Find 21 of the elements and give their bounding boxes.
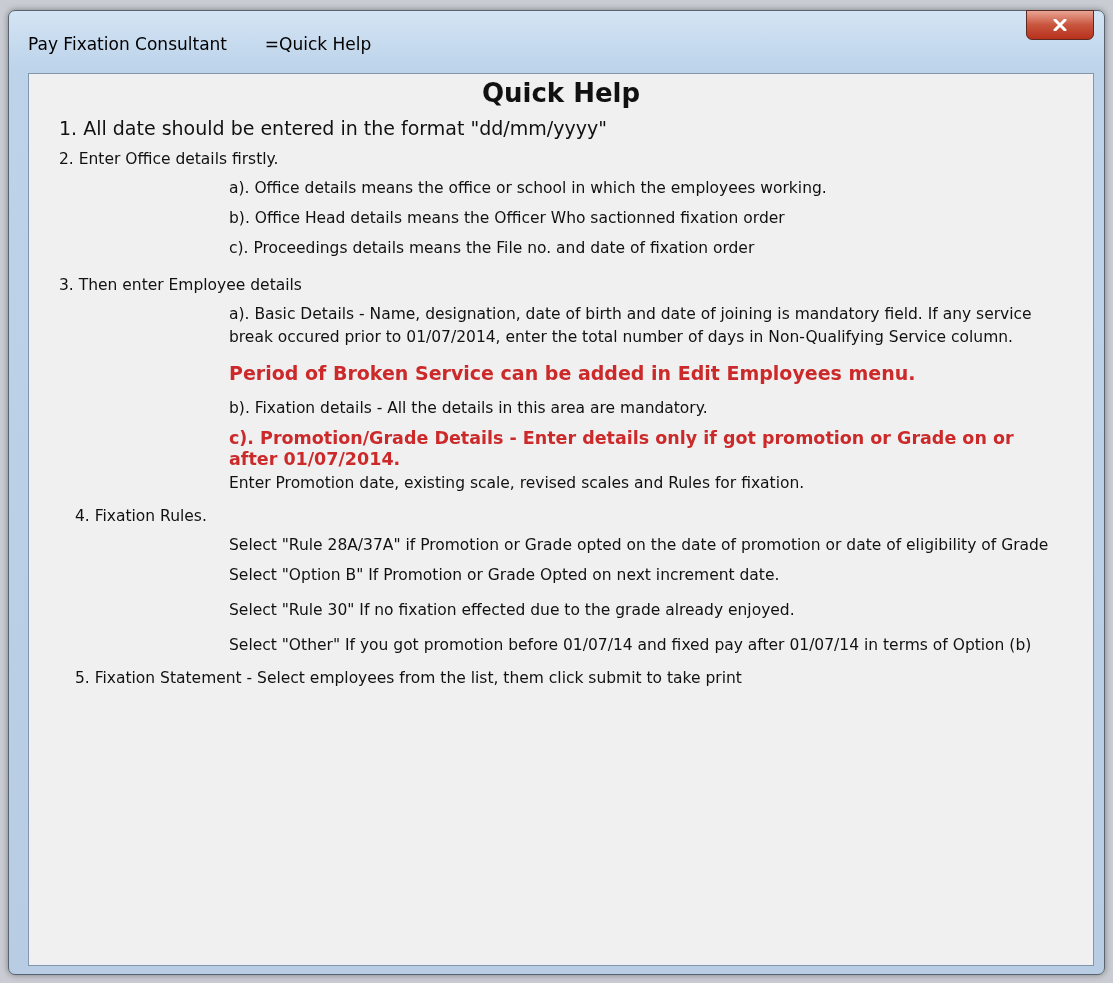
help-heading: Quick Help (480, 78, 642, 108)
detail-text: b). Fixation details - All the details in this area are mandatory. (228, 398, 709, 419)
detail-text: c). Proceedings details means the File no. and date of fixation order (228, 238, 756, 259)
step-text: 3. Then enter Employee details (59, 275, 303, 296)
step-text: 5. Fixation Statement - Select employees from the list, them click submit to take print (74, 668, 743, 689)
close-icon (1053, 19, 1067, 31)
detail-text: Select "Rule 28A/37A" if Promotion or Grade opted on the date of promotion or date of eligibility of Grade (228, 535, 1050, 556)
step-text: 4. Fixation Rules. (74, 506, 208, 527)
detail-text: b). Office Head details means the Officer Who sactionned fixation order (228, 208, 786, 229)
detail-text: Select "Other" If you got promotion before 01/07/14 and fixed pay after 01/07/14 in terms of Option (b) (228, 635, 1033, 656)
detail-text: a). Office details means the office or school in which the employees working. (228, 178, 828, 199)
window-title: Pay Fixation Consultant =Quick Help (28, 34, 372, 54)
detail-text: Select "Option B" If Promotion or Grade Opted on next increment date. (228, 565, 781, 586)
instruction-text: 1. All date should be entered in the format "dd/mm/yyyy" (59, 116, 608, 141)
detail-text: Enter Promotion date, existing scale, revised scales and Rules for fixation. (228, 473, 806, 494)
step-text: 2. Enter Office details firstly. (59, 149, 280, 170)
close-button[interactable] (1026, 10, 1094, 40)
detail-text: a). Basic Details - Name, designation, date of birth and date of joining is mandatory field. If any service break occured prior to 01/07/2014, enter the total number of days in Non-Qualifying Service column. (228, 304, 1033, 348)
warning-text: Period of Broken Service can be added in Edit Employees menu. (228, 361, 917, 385)
warning-text: c). Promotion/Grade Details - Enter details only if got promotion or Grade on or after 01/07/2014. (228, 428, 1015, 470)
detail-text: Select "Rule 30" If no fixation effected due to the grade already enjoyed. (228, 600, 796, 621)
